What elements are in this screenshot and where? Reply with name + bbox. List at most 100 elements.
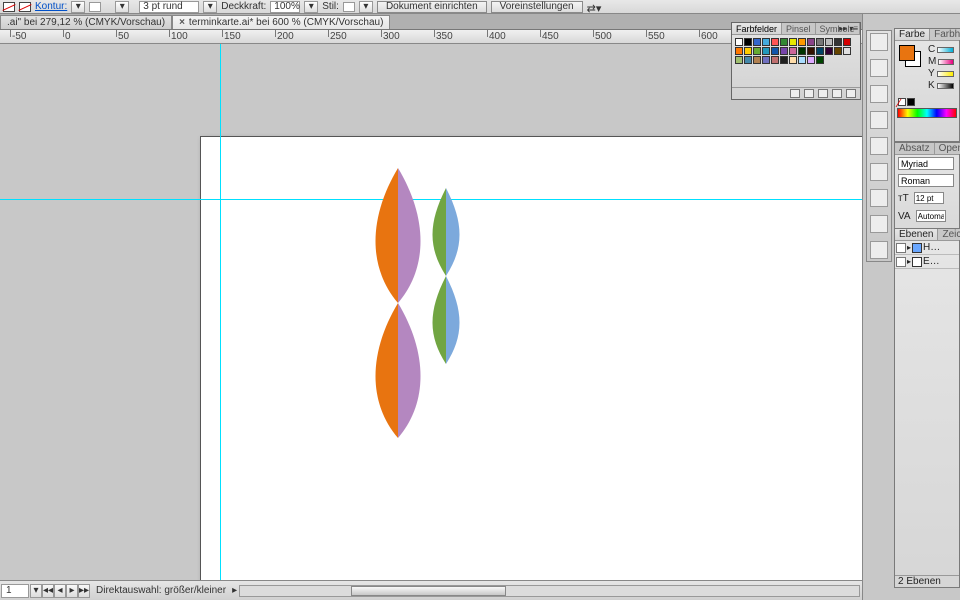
swatch-cell[interactable]: [735, 47, 743, 55]
swatch-cell[interactable]: [834, 38, 842, 46]
swatch-cell[interactable]: [771, 56, 779, 64]
swatch-cell[interactable]: [744, 47, 752, 55]
swatch-cell[interactable]: [744, 38, 752, 46]
layer-row-2[interactable]: ▸ E…: [895, 255, 959, 269]
swatch-cell[interactable]: [816, 38, 824, 46]
visibility-icon[interactable]: [896, 257, 906, 267]
swatch-cell[interactable]: [816, 56, 824, 64]
page-last-button[interactable]: ▸▸: [78, 584, 90, 598]
swatch-cell[interactable]: [780, 56, 788, 64]
stroke-preset-field[interactable]: 3 pt rund: [139, 1, 199, 13]
swatch-cell[interactable]: [825, 47, 833, 55]
tab-farbe[interactable]: Farbe: [895, 29, 930, 40]
page-next-button[interactable]: ▸: [66, 584, 78, 598]
swatch-cell[interactable]: [807, 47, 815, 55]
stroke-align-icon[interactable]: [89, 2, 101, 12]
swatch-cell[interactable]: [816, 47, 824, 55]
c-slider[interactable]: [937, 47, 954, 53]
kontur-weight-dropdown[interactable]: ▾: [71, 1, 85, 13]
opacity-dropdown[interactable]: ▾: [304, 1, 318, 13]
opacity-field[interactable]: 100%: [270, 1, 300, 13]
swatch-cell[interactable]: [762, 47, 770, 55]
swatch-cell[interactable]: [789, 56, 797, 64]
swatch-foot-icon-4[interactable]: [832, 89, 842, 98]
panel-collapse-icon[interactable]: ▸▸ ▾≡: [839, 24, 858, 33]
swatch-cell[interactable]: [807, 56, 815, 64]
scrollbar-thumb[interactable]: [351, 586, 506, 596]
k-slider[interactable]: [937, 83, 954, 89]
swatch-foot-icon-2[interactable]: [804, 89, 814, 98]
tab-pinsel[interactable]: Pinsel: [782, 23, 816, 34]
dock-icon-9[interactable]: [870, 241, 888, 259]
leading-input[interactable]: [916, 210, 946, 222]
tab-absatz[interactable]: Absatz: [895, 143, 935, 154]
swatch-cell[interactable]: [771, 47, 779, 55]
arrow-start-dropdown[interactable]: ▾: [115, 1, 129, 13]
page-first-button[interactable]: ◂◂: [42, 584, 54, 598]
swatch-foot-icon-5[interactable]: [846, 89, 856, 98]
tab-farbhilfe[interactable]: Farbhilfe: [930, 29, 960, 40]
page-prev-button[interactable]: ▾: [30, 584, 42, 598]
document-tab-1[interactable]: .ai" bei 279,12 % (CMYK/Vorschau): [0, 15, 172, 29]
no-fill-swatch[interactable]: [3, 2, 15, 12]
swatch-cell[interactable]: [807, 38, 815, 46]
dock-icon-7[interactable]: [870, 189, 888, 207]
font-size-input[interactable]: [914, 192, 944, 204]
swatch-cell[interactable]: [834, 47, 842, 55]
tab-zeichenfl[interactable]: Zeichenflä: [938, 229, 960, 240]
swatch-cell[interactable]: [825, 38, 833, 46]
swatch-cell[interactable]: [735, 56, 743, 64]
swatch-cell[interactable]: [843, 38, 851, 46]
swatch-cell[interactable]: [843, 47, 851, 55]
dokument-einrichten-button[interactable]: Dokument einrichten: [377, 1, 487, 13]
tab-opentype[interactable]: OpenType: [935, 143, 960, 154]
page-field[interactable]: 1: [1, 584, 29, 598]
horizontal-scrollbar[interactable]: [239, 585, 860, 597]
swatch-foot-icon-1[interactable]: [790, 89, 800, 98]
dock-icon-3[interactable]: [870, 85, 888, 103]
style-swatch[interactable]: [343, 2, 355, 12]
swatch-cell[interactable]: [798, 38, 806, 46]
swatch-cell[interactable]: [780, 38, 788, 46]
swatch-cell[interactable]: [735, 38, 743, 46]
layer-row-1[interactable]: ▸ H…: [895, 241, 959, 255]
kontur-link[interactable]: Kontur:: [35, 1, 67, 12]
page-back-button[interactable]: ◂: [54, 584, 66, 598]
swatch-cell[interactable]: [753, 47, 761, 55]
no-stroke-swatch[interactable]: [19, 2, 31, 12]
dock-icon-5[interactable]: [870, 137, 888, 155]
visibility-icon[interactable]: [896, 243, 906, 253]
swatch-foot-icon-3[interactable]: [818, 89, 828, 98]
style-dropdown[interactable]: ▾: [359, 1, 373, 13]
swatch-cell[interactable]: [744, 56, 752, 64]
dock-icon-8[interactable]: [870, 215, 888, 233]
close-icon[interactable]: ×: [179, 17, 185, 28]
none-swatch[interactable]: ∕: [898, 98, 906, 106]
font-weight-input[interactable]: [898, 174, 954, 187]
swatch-cell[interactable]: [798, 56, 806, 64]
dock-icon-1[interactable]: [870, 33, 888, 51]
tab-farbfelder[interactable]: Farbfelder: [732, 23, 782, 34]
swatch-cell[interactable]: [762, 38, 770, 46]
fill-stroke-well[interactable]: [899, 45, 921, 67]
canvas-area[interactable]: [0, 44, 862, 580]
y-slider[interactable]: [937, 71, 954, 77]
black-swatch[interactable]: [907, 98, 915, 106]
stroke-preset-dropdown[interactable]: ▾: [203, 1, 217, 13]
dock-icon-6[interactable]: [870, 163, 888, 181]
swatch-cell[interactable]: [762, 56, 770, 64]
panel-menu-icon[interactable]: ⇄▾: [587, 2, 599, 12]
voreinstellungen-button[interactable]: Voreinstellungen: [491, 1, 583, 13]
swatch-cell[interactable]: [798, 47, 806, 55]
spectrum-bar[interactable]: [897, 108, 957, 118]
swatch-cell[interactable]: [753, 38, 761, 46]
document-tab-2[interactable]: ×terminkarte.ai* bei 600 % (CMYK/Vorscha…: [172, 15, 390, 29]
dock-icon-2[interactable]: [870, 59, 888, 77]
font-family-input[interactable]: [898, 157, 954, 170]
swatch-cell[interactable]: [780, 47, 788, 55]
vertical-guide[interactable]: [220, 44, 221, 580]
swatch-cell[interactable]: [771, 38, 779, 46]
dock-icon-4[interactable]: [870, 111, 888, 129]
swatch-cell[interactable]: [789, 38, 797, 46]
m-slider[interactable]: [938, 59, 954, 65]
